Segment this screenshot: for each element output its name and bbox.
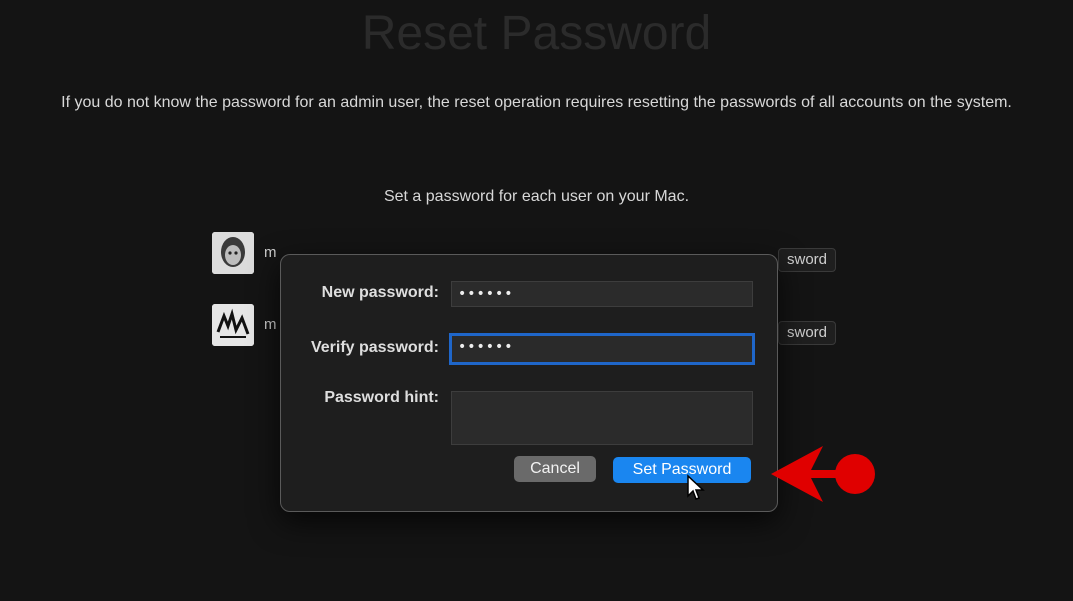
- pointer-cursor-icon: [686, 474, 706, 507]
- reset-password-button[interactable]: sword: [778, 248, 837, 272]
- user-name: m: [264, 244, 277, 261]
- user-logo-avatar: [212, 304, 254, 346]
- page-title: Reset Password: [361, 7, 712, 60]
- set-password-button[interactable]: Set Password: [613, 457, 751, 483]
- new-password-field[interactable]: ••••••: [451, 281, 753, 307]
- user-name: m: [264, 316, 277, 333]
- new-password-label: New password:: [321, 284, 439, 301]
- user-photo-avatar: [212, 232, 254, 274]
- intro-text: If you do not know the password for an a…: [61, 94, 1012, 111]
- verify-password-label: Verify password:: [310, 339, 439, 356]
- password-hint-field[interactable]: [451, 391, 753, 445]
- password-hint-label: Password hint:: [324, 389, 439, 406]
- reset-password-button[interactable]: sword: [778, 321, 837, 345]
- subtitle-text: Set a password for each user on your Mac…: [383, 188, 690, 205]
- verify-password-field[interactable]: ••••••: [449, 333, 755, 365]
- red-pointing-arrow-icon: [765, 440, 877, 513]
- cancel-button[interactable]: Cancel: [514, 456, 596, 482]
